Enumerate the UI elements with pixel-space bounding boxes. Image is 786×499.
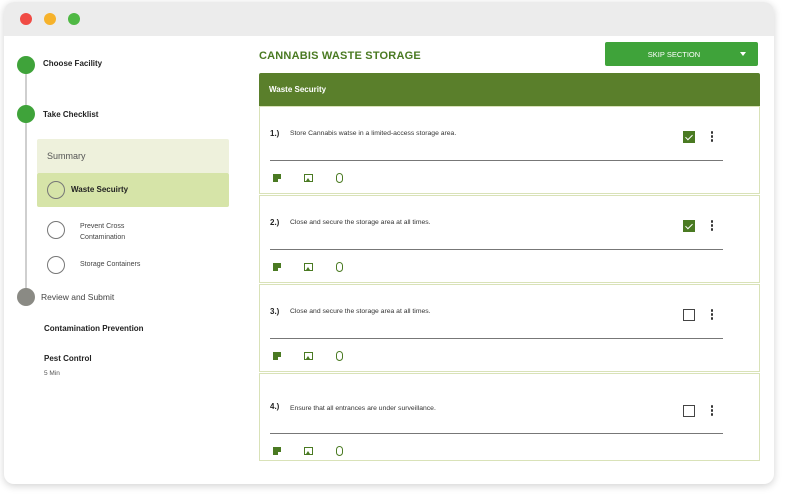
question-number: 4.) <box>270 402 280 411</box>
app-window: Choose Facility Take Checklist Summary W… <box>4 2 774 484</box>
section-header: Waste Security <box>259 73 760 106</box>
sidebar-item-label: Waste Secuirty <box>71 185 129 194</box>
title-bar <box>4 2 774 36</box>
step-pending-icon <box>17 288 35 306</box>
question-checkbox[interactable] <box>683 220 695 232</box>
question-card: 3.) Close and secure the storage area at… <box>259 284 760 372</box>
answer-line <box>270 160 723 161</box>
answer-line <box>270 338 723 339</box>
note-icon[interactable] <box>273 263 281 271</box>
question-text: Close and secure the storage area at all… <box>290 219 431 226</box>
section-contamination-prevention[interactable]: Contamination Prevention <box>44 324 144 333</box>
section-title: Waste Security <box>269 85 327 94</box>
more-options-icon[interactable] <box>710 220 714 232</box>
step-complete-icon <box>17 105 35 123</box>
more-options-icon[interactable] <box>710 131 714 143</box>
summary-label: Summary <box>47 151 86 161</box>
image-icon[interactable] <box>304 263 313 271</box>
skip-section-label: SKIP SECTION <box>647 50 701 59</box>
status-circle-icon <box>47 256 65 274</box>
sidebar-item-storage-containers[interactable]: Storage Containers <box>80 259 140 270</box>
page-title: CANNABIS WASTE STORAGE <box>259 50 421 62</box>
question-checkbox[interactable] <box>683 309 695 321</box>
sidebar-item-prevent-cross-contamination[interactable]: Prevent Cross Contamination <box>80 221 170 243</box>
question-text: Close and secure the storage area at all… <box>290 308 431 315</box>
maximize-window-icon[interactable] <box>68 13 80 25</box>
skip-section-button[interactable]: SKIP SECTION <box>605 42 758 66</box>
minimize-window-icon[interactable] <box>44 13 56 25</box>
note-icon[interactable] <box>273 447 281 455</box>
status-circle-icon <box>47 221 65 239</box>
attachment-icon[interactable] <box>336 446 343 456</box>
attachment-icon[interactable] <box>336 262 343 272</box>
summary-item[interactable]: Summary <box>37 139 229 174</box>
step-take-checklist[interactable]: Take Checklist <box>43 110 98 119</box>
question-text: Ensure that all entrances are under surv… <box>290 405 436 412</box>
note-icon[interactable] <box>273 352 281 360</box>
progress-rail <box>25 64 27 297</box>
question-number: 2.) <box>270 218 280 227</box>
status-circle-icon <box>47 181 65 199</box>
question-checkbox[interactable] <box>683 405 695 417</box>
answer-line <box>270 433 723 434</box>
step-complete-icon <box>17 56 35 74</box>
question-number: 3.) <box>270 307 280 316</box>
answer-line <box>270 249 723 250</box>
section-duration: 5 Min <box>44 370 60 377</box>
attachment-icon[interactable] <box>336 351 343 361</box>
close-window-icon[interactable] <box>20 13 32 25</box>
more-options-icon[interactable] <box>710 309 714 321</box>
image-icon[interactable] <box>304 174 313 182</box>
section-pest-control[interactable]: Pest Control <box>44 354 92 363</box>
question-checkbox[interactable] <box>683 131 695 143</box>
question-card: 1.) Store Cannabis watse in a limited-ac… <box>259 106 760 194</box>
image-icon[interactable] <box>304 447 313 455</box>
chevron-down-icon[interactable] <box>740 52 746 56</box>
question-text: Store Cannabis watse in a limited-access… <box>290 130 457 137</box>
attachment-icon[interactable] <box>336 173 343 183</box>
step-choose-facility[interactable]: Choose Facility <box>43 59 102 68</box>
sidebar-item-waste-security[interactable]: Waste Secuirty <box>37 173 229 207</box>
step-review-and-submit[interactable]: Review and Submit <box>41 292 114 302</box>
image-icon[interactable] <box>304 352 313 360</box>
note-icon[interactable] <box>273 174 281 182</box>
more-options-icon[interactable] <box>710 405 714 417</box>
question-card: 4.) Ensure that all entrances are under … <box>259 373 760 461</box>
question-card: 2.) Close and secure the storage area at… <box>259 195 760 283</box>
question-number: 1.) <box>270 129 280 138</box>
